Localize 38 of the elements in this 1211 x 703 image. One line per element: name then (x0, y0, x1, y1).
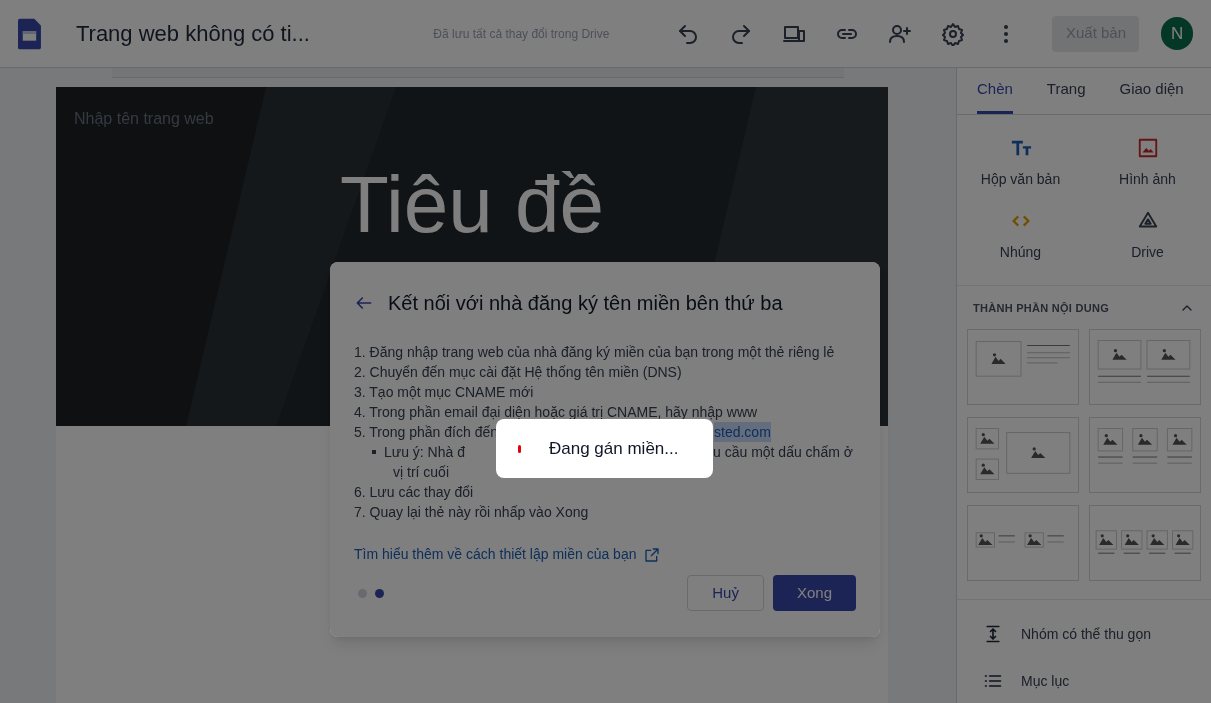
step-text: 4. Trong phần email đại diện hoặc giá trị CNAME, hãy nhập www (354, 403, 758, 422)
panel-tab[interactable]: Giao diện (1119, 68, 1184, 114)
section-heading: THÀNH PHẦN NỘI DUNG (973, 301, 1109, 317)
image-icon (1136, 137, 1159, 159)
page-title[interactable]: Tiêu đề (340, 165, 604, 245)
note-text: u cầu một dấu chấm ở (713, 443, 853, 462)
highlighted-text: sted.com (714, 422, 771, 442)
external-link-icon (644, 546, 661, 563)
note-text: Lưu ý: Nhà đ (384, 443, 465, 462)
layout-template-drawing[interactable] (1089, 416, 1201, 493)
spinner-icon (518, 444, 521, 453)
insert-item[interactable]: Hộp văn bản (965, 137, 1076, 190)
sites-logo-icon[interactable] (18, 17, 41, 50)
step-text: 7. Quay lại thẻ này rồi nhấp vào Xong (354, 503, 589, 522)
cancel-button[interactable]: Huỷ (687, 575, 764, 611)
insert-item[interactable]: Drive (1092, 210, 1203, 263)
step-text: 3. Tạo một mục CNAME mới (354, 383, 534, 402)
done-button[interactable]: Xong (772, 575, 856, 611)
note-text: vị trí cuối (393, 463, 449, 482)
dialog-title: Kết nối với nhà đăng ký tên miền bên thứ ba (388, 291, 783, 316)
bullet-icon (372, 450, 376, 454)
help-link[interactable]: Tìm hiểu thêm về cách thiết lập miền của bạn (354, 544, 661, 565)
layout-template-drawing[interactable] (1089, 504, 1201, 581)
insert-item[interactable]: Nhúng (965, 210, 1076, 263)
panel-tab[interactable]: Chèn (977, 68, 1013, 114)
document-title[interactable]: Trang web không có ti... (75, 17, 392, 50)
insert-item[interactable]: Hình ảnh (1092, 137, 1203, 190)
toast-text: Đang gán miền... (549, 437, 679, 460)
layout-template-drawing[interactable] (1089, 328, 1201, 405)
settings-icon[interactable] (941, 21, 966, 46)
panel-item[interactable]: Nhóm có thể thu gọn (983, 623, 1185, 645)
step-text: 2. Chuyển đến mục cài đặt Hệ thống tên miền (DNS) (354, 363, 682, 382)
avatar[interactable]: N (1161, 17, 1193, 50)
panel-item[interactable]: Mục lục (983, 670, 1185, 692)
step-text: 1. Đăng nhập trang web của nhà đăng ký miền của bạn trong một thẻ riêng lẻ (354, 343, 835, 362)
expand-vertical-icon (983, 624, 1003, 644)
step-text: 6. Lưu các thay đổi (354, 483, 474, 502)
panel-tab[interactable]: Trang (1046, 68, 1086, 114)
